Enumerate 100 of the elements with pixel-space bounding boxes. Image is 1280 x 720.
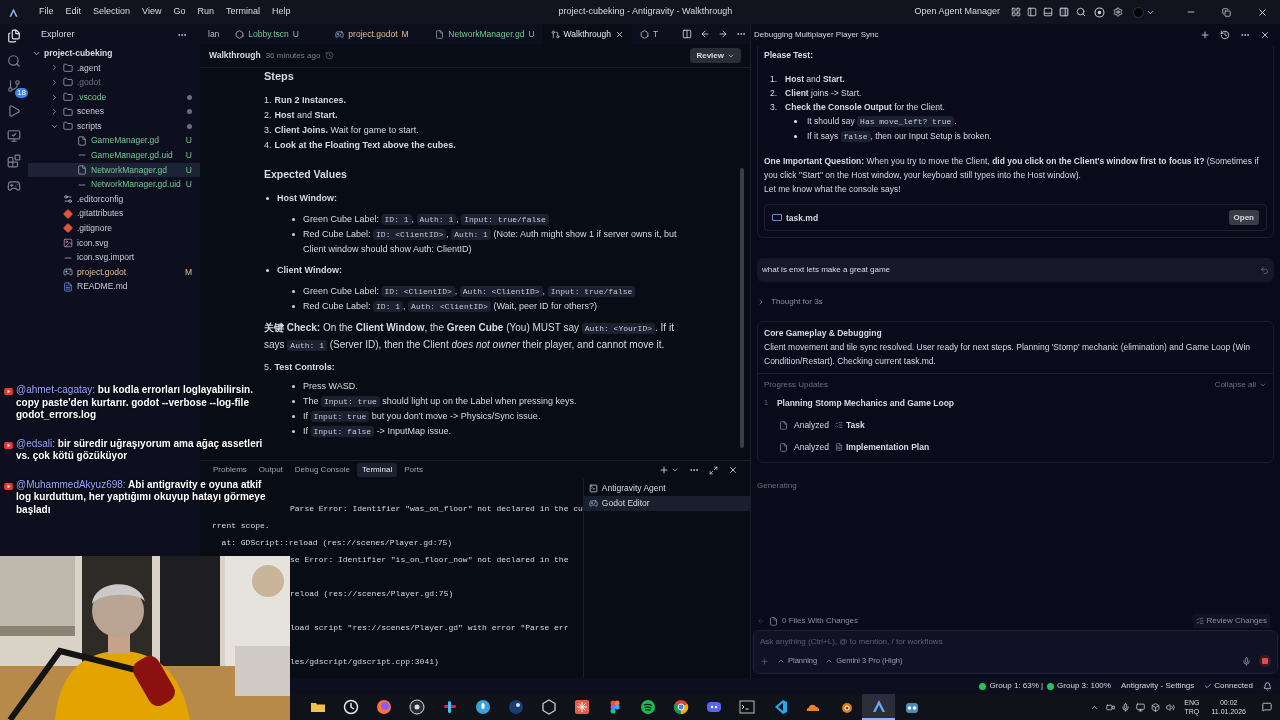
tree-item[interactable]: README.md [28, 279, 200, 295]
bell-icon[interactable] [1263, 681, 1272, 691]
settings-link[interactable]: Antigravity - Settings [1120, 680, 1195, 692]
clock-icon[interactable] [342, 699, 359, 715]
monitor-icon[interactable] [7, 129, 21, 143]
open-button[interactable]: Open [1228, 210, 1259, 225]
panel-bottom-icon[interactable] [1043, 7, 1053, 17]
editor-tab[interactable]: NetworkManager.gd U [427, 24, 543, 44]
panel-tab[interactable]: Output [253, 463, 288, 477]
extensions-icon[interactable] [7, 154, 21, 168]
panel-tab[interactable]: Terminal [356, 463, 398, 477]
chat-app-icon[interactable] [441, 699, 458, 715]
split-icon[interactable] [682, 29, 692, 39]
editor-tab[interactable]: project.godot M [327, 24, 428, 44]
terminal-item[interactable]: Antigravity Agent [583, 481, 753, 496]
tree-item[interactable]: NetworkManager.gd U [28, 162, 200, 178]
browser-icon[interactable] [375, 699, 392, 715]
close-icon[interactable] [1260, 30, 1270, 40]
review-changes-button[interactable]: Review Changes [1192, 614, 1270, 628]
restore-icon[interactable] [1222, 7, 1231, 17]
music-icon[interactable] [639, 699, 656, 715]
file-name: .agent [77, 61, 101, 75]
editor-tab[interactable]: Walkthrough [542, 24, 632, 44]
editor-tab[interactable]: Lobby.tscn U [227, 24, 328, 44]
maximize-icon[interactable] [709, 465, 718, 475]
camera-icon[interactable] [1106, 702, 1116, 712]
tree-item[interactable]: .vscode [28, 89, 200, 105]
game-store-icon[interactable] [507, 699, 524, 715]
tree-item[interactable]: .godot [28, 75, 200, 90]
chevron-icon[interactable] [671, 466, 679, 474]
volume-icon[interactable] [1166, 702, 1176, 712]
editor-tab[interactable]: T [631, 24, 667, 44]
menu-item[interactable]: Terminal [219, 5, 266, 19]
search-icon[interactable] [7, 54, 21, 68]
scrollbar-icon [740, 168, 744, 448]
quota-label[interactable]: Group 1: 63% | [989, 680, 1044, 692]
display-icon[interactable] [1136, 702, 1146, 712]
tree-item[interactable]: .agent [28, 60, 200, 76]
browser-icon[interactable] [1094, 6, 1105, 18]
artifact-link[interactable]: Implementation Plan [834, 440, 930, 454]
menu-item[interactable]: View [136, 5, 168, 19]
editor-tab[interactable]: lan [200, 24, 228, 44]
close-icon[interactable] [1257, 6, 1268, 18]
notifications-icon[interactable] [1262, 702, 1272, 712]
settings-icon[interactable] [1113, 7, 1123, 17]
files-icon[interactable] [7, 29, 21, 43]
tree-item[interactable]: .editorconfig [28, 191, 200, 207]
tree-item[interactable]: icon.svg.import [28, 250, 200, 265]
prompt-field[interactable]: Ask anything (Ctrl+L), @ to mention, / for workflows [760, 635, 1271, 649]
panel-tab[interactable]: Debug Console [289, 463, 355, 477]
add-icon[interactable] [1200, 30, 1210, 40]
menu-item[interactable]: Run [191, 5, 220, 19]
artifact-link[interactable]: Task [834, 418, 865, 432]
review-icon [550, 29, 560, 39]
tree-item[interactable]: icon.svg [28, 235, 200, 251]
agent-manager-button[interactable]: Open Agent Manager [914, 5, 1000, 19]
stop-button[interactable] [1259, 655, 1271, 667]
thought-toggle[interactable]: Thought for 3s [757, 295, 1274, 309]
menu-item[interactable]: File [33, 5, 60, 19]
review-button[interactable]: Review [690, 48, 741, 63]
collapse-button[interactable]: Collapse all [1214, 378, 1267, 392]
tree-item[interactable]: .gitattributes [28, 206, 200, 222]
run-icon[interactable] [7, 104, 21, 118]
record-icon[interactable] [408, 699, 425, 715]
menu-item[interactable]: Help [265, 5, 297, 19]
close-icon[interactable] [614, 29, 624, 39]
taskbar-slot[interactable] [862, 694, 895, 720]
menu-item[interactable]: Edit [59, 5, 88, 19]
terminal-item[interactable]: Godot Editor [583, 496, 753, 511]
browser-icon[interactable] [672, 699, 689, 715]
panel-right-icon[interactable] [1059, 7, 1069, 17]
microphone-icon[interactable] [474, 699, 491, 715]
search-icon[interactable] [1076, 7, 1086, 17]
menu-item[interactable]: Go [167, 5, 192, 19]
arrow-logo-icon[interactable] [870, 698, 887, 714]
cube-icon[interactable] [540, 699, 557, 715]
microphone-icon[interactable] [1121, 702, 1131, 712]
tree-item[interactable]: GameManager.gd U [28, 133, 200, 149]
forward-icon[interactable] [718, 29, 728, 39]
panel-left-icon[interactable] [1027, 7, 1037, 17]
menu-item[interactable]: Selection [87, 5, 137, 19]
gamepad-icon[interactable] [7, 179, 21, 193]
panel-tab[interactable]: Ports [399, 463, 428, 477]
sparkle-icon[interactable] [573, 699, 590, 715]
chat-app-icon[interactable] [705, 699, 722, 715]
back-icon[interactable] [700, 29, 710, 39]
tree-item[interactable]: NetworkManager.gd.uid U [28, 177, 200, 192]
connection-status[interactable]: Connected [1214, 680, 1253, 692]
panel-tab[interactable]: Problems [208, 463, 252, 477]
tree-item[interactable]: scenes [28, 104, 200, 119]
tree-item[interactable]: scripts [28, 118, 200, 134]
terminal-icon[interactable] [738, 699, 755, 715]
quota-label[interactable]: Group 3: 100% [1057, 680, 1111, 692]
tree-item[interactable]: project.godot M [28, 264, 200, 280]
layout-icon[interactable] [1011, 7, 1021, 17]
tree-item[interactable]: .gitignore [28, 221, 200, 236]
tree-item[interactable]: GameManager.gd.uid U [28, 148, 200, 163]
add-icon[interactable] [659, 465, 669, 475]
tree-item[interactable]: project-cubeking [28, 46, 200, 61]
close-icon[interactable] [728, 465, 738, 475]
